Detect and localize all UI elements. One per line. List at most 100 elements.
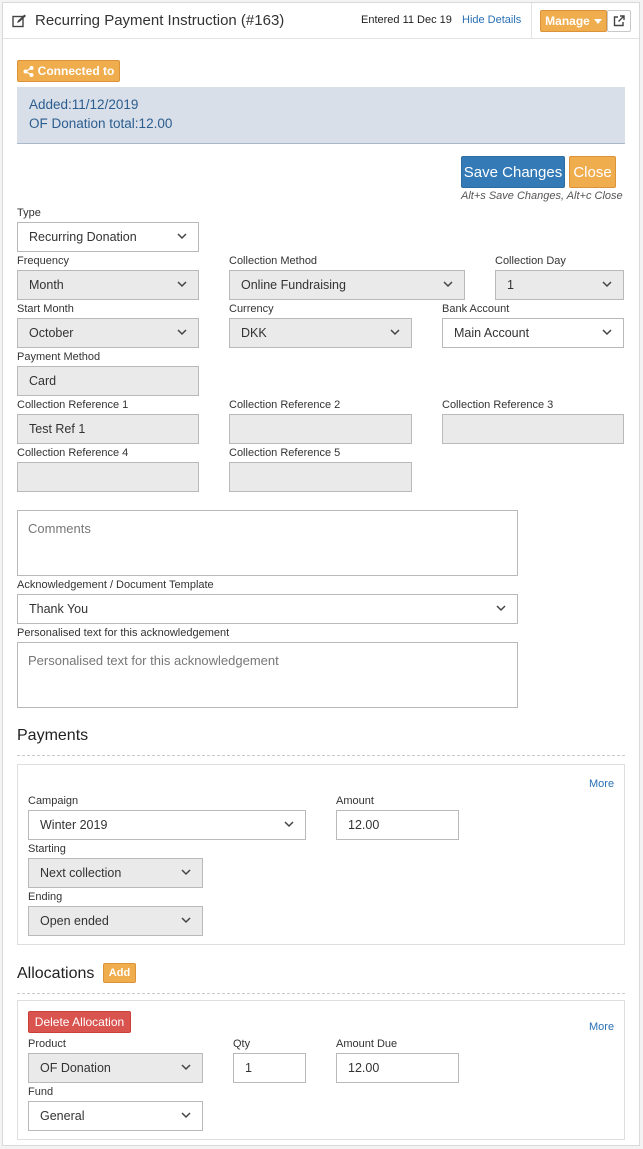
type-value: Recurring Donation	[29, 230, 137, 244]
collection-ref-1-value: Test Ref 1	[29, 422, 86, 436]
manage-button[interactable]: Manage	[540, 10, 607, 32]
chevron-down-icon	[181, 1112, 191, 1119]
campaign-select[interactable]: Winter 2019	[28, 810, 306, 840]
keyboard-hint: Alt+s Save Changes, Alt+c Close	[461, 190, 623, 202]
frequency-select[interactable]: Month	[17, 270, 199, 300]
payments-more-link[interactable]: More	[589, 778, 614, 790]
chevron-down-icon	[390, 329, 400, 336]
ending-label: Ending	[28, 891, 63, 903]
bank-account-value: Main Account	[454, 326, 530, 340]
collection-ref-5-field[interactable]	[229, 462, 412, 492]
payment-method-field[interactable]: Card	[17, 366, 199, 396]
start-month-label: Start Month	[17, 303, 74, 315]
collection-method-label: Collection Method	[229, 255, 318, 267]
allocations-heading: Allocations	[17, 965, 95, 982]
qty-input[interactable]: 1	[233, 1053, 306, 1083]
page-title: Recurring Payment Instruction (#163)	[35, 12, 285, 29]
chevron-down-icon	[177, 233, 187, 240]
currency-select[interactable]: DKK	[229, 318, 412, 348]
collection-ref-5-label: Collection Reference 5	[229, 447, 341, 459]
comments-placeholder: Comments	[28, 521, 91, 536]
type-select[interactable]: Recurring Donation	[17, 222, 199, 252]
collection-method-select[interactable]: Online Fundraising	[229, 270, 465, 300]
panel-header: Recurring Payment Instruction (#163) Ent…	[3, 3, 639, 39]
donation-total: OF Donation total:12.00	[29, 116, 173, 131]
collection-ref-1-field[interactable]: Test Ref 1	[17, 414, 199, 444]
collection-ref-2-label: Collection Reference 2	[229, 399, 341, 411]
product-select[interactable]: OF Donation	[28, 1053, 203, 1083]
payments-divider	[17, 755, 625, 756]
bank-account-select[interactable]: Main Account	[442, 318, 624, 348]
manage-label: Manage	[545, 14, 590, 28]
edit-icon	[12, 14, 26, 28]
connected-to-button[interactable]: Connected to	[17, 60, 120, 82]
caret-down-icon	[593, 18, 602, 24]
close-button[interactable]: Close	[569, 156, 616, 188]
info-box: Added:11/12/2019 OF Donation total:12.00	[17, 87, 625, 144]
collection-method-value: Online Fundraising	[241, 278, 346, 292]
allocations-divider	[17, 993, 625, 994]
currency-label: Currency	[229, 303, 274, 315]
payment-instruction-panel: Recurring Payment Instruction (#163) Ent…	[2, 2, 640, 1146]
qty-value: 1	[245, 1061, 252, 1075]
payment-method-value: Card	[29, 374, 57, 388]
start-month-select[interactable]: October	[17, 318, 199, 348]
delete-allocation-button[interactable]: Delete Allocation	[28, 1011, 131, 1033]
chevron-down-icon	[177, 329, 187, 336]
type-label: Type	[17, 207, 41, 219]
chevron-down-icon	[602, 329, 612, 336]
header-divider	[531, 3, 532, 39]
collection-ref-3-label: Collection Reference 3	[442, 399, 554, 411]
start-month-value: October	[29, 326, 74, 340]
collection-day-value: 1	[507, 278, 514, 292]
collection-ref-4-field[interactable]	[17, 462, 199, 492]
personalised-text-textarea[interactable]: Personalised text for this acknowledgeme…	[17, 642, 518, 708]
amount-due-label: Amount Due	[336, 1038, 398, 1050]
collection-ref-1-label: Collection Reference 1	[17, 399, 129, 411]
product-value: OF Donation	[40, 1061, 111, 1075]
chevron-down-icon	[443, 281, 453, 288]
open-external-button[interactable]	[607, 10, 631, 32]
collection-ref-2-field[interactable]	[229, 414, 412, 444]
chevron-down-icon	[602, 281, 612, 288]
fund-value: General	[40, 1109, 85, 1123]
qty-label: Qty	[233, 1038, 251, 1050]
collection-ref-4-label: Collection Reference 4	[17, 447, 129, 459]
collection-ref-3-field[interactable]	[442, 414, 624, 444]
template-value: Thank You	[29, 602, 89, 616]
allocation-more-link[interactable]: More	[589, 1021, 614, 1033]
bank-account-label: Bank Account	[442, 303, 510, 315]
comments-textarea[interactable]: Comments	[17, 510, 518, 576]
chevron-down-icon	[181, 1064, 191, 1071]
campaign-value: Winter 2019	[40, 818, 108, 832]
save-changes-button[interactable]: Save Changes	[461, 156, 565, 188]
amount-due-input[interactable]: 12.00	[336, 1053, 459, 1083]
payments-heading: Payments	[17, 727, 89, 744]
fund-select[interactable]: General	[28, 1101, 203, 1131]
amount-input[interactable]: 12.00	[336, 810, 459, 840]
chevron-down-icon	[181, 917, 191, 924]
chevron-down-icon	[181, 869, 191, 876]
allocation-card: Delete Allocation More Product OF Donati…	[17, 1000, 625, 1140]
template-select[interactable]: Thank You	[17, 594, 518, 624]
starting-select[interactable]: Next collection	[28, 858, 203, 888]
hide-details-link[interactable]: Hide Details	[462, 14, 521, 26]
personalised-text-placeholder: Personalised text for this acknowledgeme…	[28, 653, 279, 668]
share-icon	[23, 65, 34, 77]
currency-value: DKK	[241, 326, 267, 340]
frequency-label: Frequency	[17, 255, 69, 267]
starting-label: Starting	[28, 843, 66, 855]
payment-method-label: Payment Method	[17, 351, 101, 363]
chevron-down-icon	[496, 605, 506, 612]
personalised-text-label: Personalised text for this acknowledgeme…	[17, 627, 230, 639]
ending-select[interactable]: Open ended	[28, 906, 203, 936]
starting-value: Next collection	[40, 866, 122, 880]
external-link-icon	[613, 15, 625, 27]
ending-value: Open ended	[40, 914, 109, 928]
collection-day-select[interactable]: 1	[495, 270, 624, 300]
connected-to-label: Connected to	[37, 64, 115, 78]
added-date: Added:11/12/2019	[29, 97, 139, 112]
add-allocation-button[interactable]: Add	[103, 963, 136, 983]
collection-day-label: Collection Day	[495, 255, 566, 267]
payments-card: More Campaign Winter 2019 Amount 12.00 S…	[17, 764, 625, 945]
